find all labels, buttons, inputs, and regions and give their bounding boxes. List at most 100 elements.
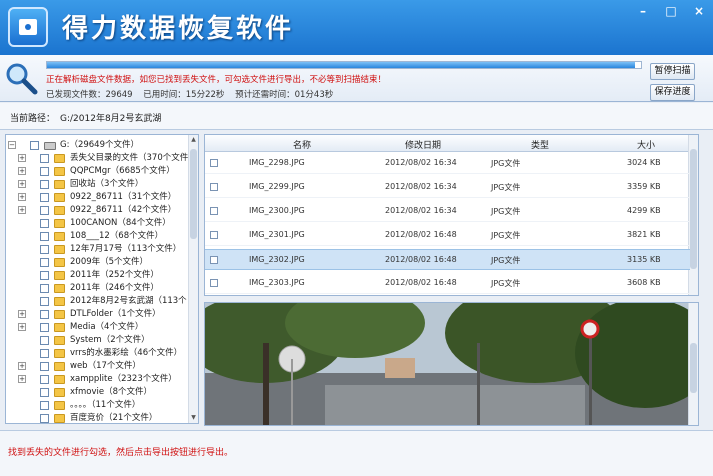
tree-item[interactable]: − G:（29649个文件）: [6, 139, 196, 152]
folder-icon: [54, 232, 65, 241]
tree-item[interactable]: +0922_86711（42个文件）: [6, 204, 196, 217]
file-row[interactable]: IMG_2302.JPG 2012/08/02 16:48 JPG文件 3135 KB: [205, 249, 690, 270]
tree-checkbox[interactable]: [40, 206, 49, 215]
tree-item[interactable]: + 丢失父目录的文件（370个文件: [6, 152, 196, 165]
tree-checkbox[interactable]: [40, 375, 49, 384]
expand-icon[interactable]: +: [18, 154, 26, 162]
tree-item[interactable]: 12年7月17号（113个文件）: [6, 243, 196, 256]
tree-item[interactable]: 2012年8月2号玄武湖（113个: [6, 295, 196, 308]
tree-checkbox[interactable]: [40, 297, 49, 306]
maximize-icon[interactable]: □: [663, 4, 679, 18]
app-title: 得力数据恢复软件: [62, 14, 295, 44]
tree-item[interactable]: + Media（4个文件）: [6, 321, 196, 334]
column-type[interactable]: 类型: [531, 138, 549, 151]
file-type: JPG文件: [491, 231, 521, 240]
collapse-icon[interactable]: −: [8, 141, 16, 149]
file-checkbox[interactable]: [210, 231, 218, 239]
tree-checkbox[interactable]: [40, 154, 49, 163]
file-checkbox[interactable]: [210, 256, 218, 264]
file-row[interactable]: IMG_2298.JPG 2012/08/02 16:34 JPG文件 3024 KB: [205, 153, 690, 174]
column-modified[interactable]: 修改日期: [405, 138, 441, 151]
tree-item[interactable]: 百度竞价（21个文件）: [6, 412, 196, 423]
file-size: 4299 KB: [627, 206, 661, 215]
file-name: IMG_2302.JPG: [249, 255, 305, 264]
save-progress-button[interactable]: 保存进度: [650, 84, 695, 101]
tree-item-label: 0922_86711（31个文件）: [70, 192, 177, 202]
tree-item-label: xfmovie（8个文件）: [70, 387, 153, 397]
tree-item-label: xampplite（2323个文件）: [70, 374, 177, 384]
tree-item[interactable]: + web（17个文件）: [6, 360, 196, 373]
tree-item-label: 0922_86711（42个文件）: [70, 205, 177, 215]
tree-item[interactable]: 100CANON（84个文件）: [6, 217, 196, 230]
tree-item[interactable]: 。。。。（11个文件）: [6, 399, 196, 412]
tree-checkbox[interactable]: [40, 245, 49, 254]
pause-scan-button[interactable]: 暂停扫描: [650, 63, 695, 80]
tree-checkbox[interactable]: [40, 323, 49, 332]
minimize-icon[interactable]: –: [635, 4, 651, 18]
tree-checkbox[interactable]: [40, 349, 49, 358]
tree-checkbox[interactable]: [40, 388, 49, 397]
tree-checkbox[interactable]: [40, 167, 49, 176]
file-row[interactable]: IMG_2300.JPG 2012/08/02 16:34 JPG文件 4299 KB: [205, 201, 690, 222]
expand-icon[interactable]: +: [18, 167, 26, 175]
tree-item[interactable]: 2011年（246个文件）: [6, 282, 196, 295]
file-row[interactable]: IMG_2299.JPG 2012/08/02 16:34 JPG文件 3359 KB: [205, 177, 690, 198]
close-icon[interactable]: ×: [691, 4, 707, 18]
tree-item-label: 回收站（3个文件）: [70, 179, 144, 189]
tree-checkbox[interactable]: [40, 336, 49, 345]
file-name: IMG_2299.JPG: [249, 182, 305, 191]
folder-tree[interactable]: ▲ ▼ − G:（29649个文件） + 丢失父目录的文件（370个文件 + QQPCMg…: [5, 134, 199, 424]
tree-item-label: 。。。。（11个文件）: [70, 400, 141, 410]
file-checkbox[interactable]: [210, 183, 218, 191]
folder-icon: [54, 284, 65, 293]
tree-checkbox[interactable]: [40, 362, 49, 371]
expand-icon[interactable]: +: [18, 362, 26, 370]
preview-scrollbar[interactable]: [688, 303, 698, 425]
expand-icon[interactable]: +: [18, 310, 26, 318]
expand-icon[interactable]: +: [18, 193, 26, 201]
tree-item-label: System（2个文件）: [70, 335, 150, 345]
folder-icon: [54, 323, 65, 332]
file-modified: 2012/08/02 16:48: [385, 230, 457, 239]
tree-item[interactable]: + 回收站（3个文件）: [6, 178, 196, 191]
expand-icon[interactable]: +: [18, 206, 26, 214]
file-row[interactable]: IMG_2301.JPG 2012/08/02 16:48 JPG文件 3821 KB: [205, 225, 690, 246]
expand-icon[interactable]: +: [18, 323, 26, 331]
tree-checkbox[interactable]: [40, 232, 49, 241]
tree-checkbox[interactable]: [40, 401, 49, 410]
scan-status-panel: 正在解析磁盘文件数据，如您已找到丢失文件，可勾选文件进行导出，不必等到扫描结束！…: [0, 55, 713, 102]
file-checkbox[interactable]: [210, 207, 218, 215]
column-size[interactable]: 大小: [637, 138, 655, 151]
tree-checkbox[interactable]: [40, 258, 49, 267]
tree-item[interactable]: +0922_86711（31个文件）: [6, 191, 196, 204]
tree-checkbox[interactable]: [40, 219, 49, 228]
tree-checkbox[interactable]: [40, 414, 49, 423]
folder-icon: [54, 193, 65, 202]
tree-item-label: 2011年（252个文件）: [70, 270, 159, 280]
tree-item[interactable]: xfmovie（8个文件）: [6, 386, 196, 399]
tree-item[interactable]: + DTLFolder（1个文件）: [6, 308, 196, 321]
tree-item[interactable]: + QQPCMgr（6685个文件）: [6, 165, 196, 178]
remaining-time: 预计还需时间：01分43秒: [235, 90, 334, 100]
tree-checkbox[interactable]: [40, 180, 49, 189]
tree-item[interactable]: 2011年（252个文件）: [6, 269, 196, 282]
column-name[interactable]: 名称: [293, 138, 311, 151]
file-row[interactable]: IMG_2303.JPG 2012/08/02 16:48 JPG文件 3608 KB: [205, 273, 690, 294]
tree-item[interactable]: 108___12（68个文件）: [6, 230, 196, 243]
folder-icon: [54, 154, 65, 163]
expand-icon[interactable]: +: [18, 180, 26, 188]
tree-item[interactable]: 2009年（5个文件）: [6, 256, 196, 269]
tree-item[interactable]: vrrs的水墨彩绘（46个文件）: [6, 347, 196, 360]
tree-checkbox[interactable]: [30, 141, 39, 150]
tree-item-label: web（17个文件）: [70, 361, 141, 371]
tree-checkbox[interactable]: [40, 271, 49, 280]
tree-checkbox[interactable]: [40, 193, 49, 202]
file-checkbox[interactable]: [210, 279, 218, 287]
tree-item-label: 2009年（5个文件）: [70, 257, 149, 267]
tree-item[interactable]: + xampplite（2323个文件）: [6, 373, 196, 386]
tree-checkbox[interactable]: [40, 284, 49, 293]
file-checkbox[interactable]: [210, 159, 218, 167]
expand-icon[interactable]: +: [18, 375, 26, 383]
tree-checkbox[interactable]: [40, 310, 49, 319]
tree-item[interactable]: System（2个文件）: [6, 334, 196, 347]
